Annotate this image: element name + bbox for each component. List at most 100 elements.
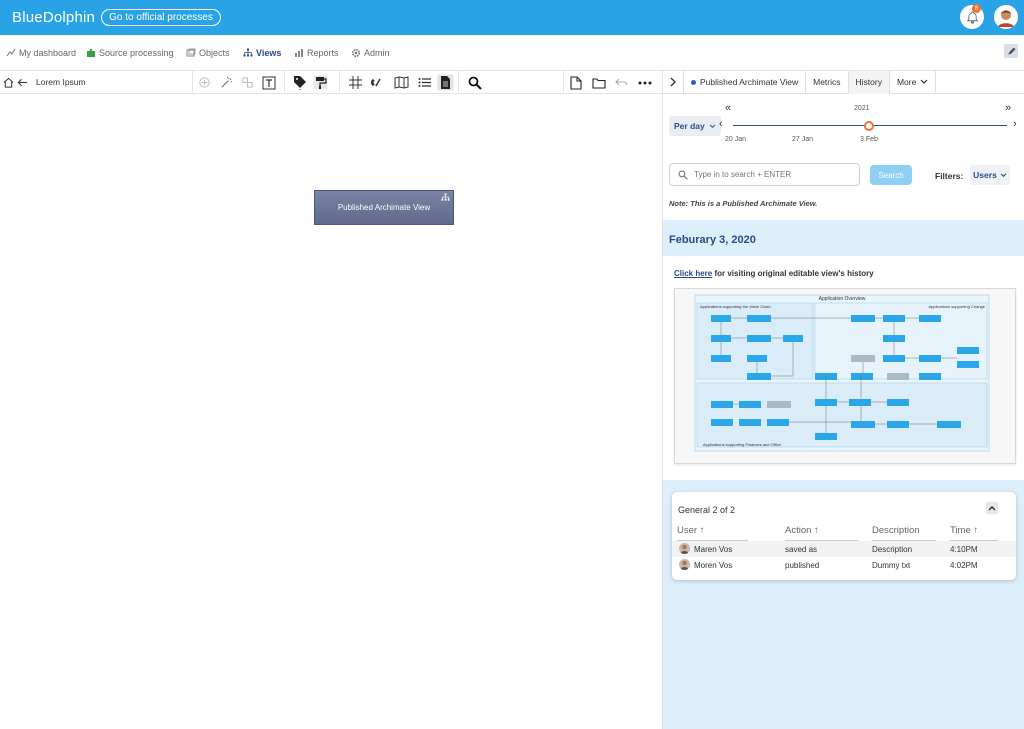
period-select[interactable]: Per day xyxy=(669,116,722,136)
hierarchy-icon xyxy=(243,48,253,57)
bar-chart-icon xyxy=(295,49,303,57)
published-note: Note: This is a Published Archimate View… xyxy=(669,199,818,208)
timeline-next-button[interactable]: › xyxy=(1013,118,1017,130)
new-file-icon xyxy=(570,75,582,90)
snap-button[interactable] xyxy=(370,74,383,91)
timeline-prev-year-button[interactable]: « xyxy=(725,102,731,114)
objects-icon xyxy=(186,48,196,57)
tag-button[interactable] xyxy=(293,74,307,91)
nav-objects[interactable]: Objects xyxy=(186,48,230,58)
nav-admin[interactable]: Admin xyxy=(351,48,390,58)
home-button[interactable] xyxy=(3,74,14,91)
nav-views[interactable]: Views xyxy=(243,48,281,58)
edit-mode-button[interactable] xyxy=(1004,44,1018,58)
nav-my-dashboard[interactable]: My dashboard xyxy=(6,48,76,58)
chevron-down-icon xyxy=(920,79,928,84)
hierarchy-icon xyxy=(441,193,450,201)
add-object-icon xyxy=(199,77,210,88)
magic-wand-button[interactable] xyxy=(220,74,233,91)
toolbar-divider xyxy=(563,71,564,94)
new-file-button[interactable] xyxy=(570,74,582,91)
collapse-card-button[interactable] xyxy=(986,502,998,514)
grid-icon xyxy=(349,76,362,89)
canvas-toolbar: Lorem Ipsum xyxy=(0,71,662,94)
side-panel: Published Archimate View Metrics History… xyxy=(662,70,1024,729)
diagram-title: Application Overview xyxy=(819,296,866,302)
chevron-down-icon xyxy=(709,124,716,129)
collapse-panel-button[interactable] xyxy=(663,70,684,94)
text-box-button[interactable] xyxy=(262,74,276,91)
column-header-action[interactable]: Action ↑ xyxy=(785,525,858,541)
document-icon xyxy=(437,74,454,91)
relation-icon xyxy=(242,77,253,88)
undo-icon xyxy=(615,78,628,86)
cell-action: published xyxy=(785,561,820,570)
column-label: Action xyxy=(785,525,812,536)
nav-reports[interactable]: Reports xyxy=(294,48,339,58)
table-row[interactable]: Maren Vos saved as Description 4:10PM xyxy=(672,541,1016,557)
toolbar-divider xyxy=(284,71,285,94)
main-nav: My dashboard Source processing Objects V… xyxy=(0,35,1024,71)
map-button[interactable] xyxy=(394,74,409,91)
tab-published-view[interactable]: Published Archimate View xyxy=(684,70,807,94)
timeline-date: 27 Jan xyxy=(792,136,814,143)
nav-source-processing[interactable]: Source processing xyxy=(86,48,174,58)
published-view-element[interactable]: Published Archimate View xyxy=(314,190,454,225)
users-filter-select[interactable]: Users xyxy=(970,165,1010,185)
more-options-button[interactable] xyxy=(638,74,652,91)
tab-history[interactable]: History xyxy=(848,70,890,94)
more-dots-icon xyxy=(638,81,652,84)
timeline-date: 20 Jan xyxy=(725,136,747,143)
search-button[interactable]: Search xyxy=(870,165,912,185)
history-search-input[interactable] xyxy=(694,170,854,179)
column-header-description[interactable]: Description xyxy=(872,525,936,541)
official-processes-button[interactable]: Go to official processes xyxy=(101,9,221,26)
list-button[interactable] xyxy=(418,74,431,91)
timeline-next-year-button[interactable]: » xyxy=(1005,102,1011,114)
timeline-prev-button[interactable]: ‹ xyxy=(719,118,723,130)
nav-label: Views xyxy=(256,48,282,58)
list-icon xyxy=(418,78,431,87)
notifications-button[interactable]: 8 xyxy=(960,4,984,29)
magnet-icon xyxy=(370,78,381,87)
paint-roller-icon xyxy=(313,75,328,90)
timeline-year: 2021 xyxy=(854,105,870,112)
grid-button[interactable] xyxy=(349,74,362,91)
pencil-icon xyxy=(1007,46,1016,55)
search-canvas-button[interactable] xyxy=(468,74,482,91)
undo-button[interactable] xyxy=(615,74,628,91)
diagram-group-label: Applications supporting the Value Chain xyxy=(700,304,771,309)
column-header-user[interactable]: User ↑ xyxy=(677,525,748,541)
view-breadcrumb: Lorem Ipsum xyxy=(36,77,86,87)
format-painter-button[interactable] xyxy=(313,74,328,91)
view-thumbnail[interactable]: Application Overview Applications suppor… xyxy=(674,288,1016,464)
toolbar-divider xyxy=(192,71,193,94)
click-here-link[interactable]: Click here xyxy=(674,269,712,278)
document-panel-button[interactable] xyxy=(437,74,454,91)
column-label: User xyxy=(677,525,698,536)
relation-button[interactable] xyxy=(241,74,254,91)
user-avatar[interactable] xyxy=(994,5,1018,29)
tab-label: History xyxy=(855,77,882,87)
tab-more[interactable]: More xyxy=(890,70,937,94)
cell-description: Description xyxy=(872,545,913,554)
cell-description: Dummy txt xyxy=(872,561,911,570)
brand-logo[interactable]: BlueDolphin xyxy=(12,9,95,26)
filter-value: Users xyxy=(973,170,997,180)
open-folder-button[interactable] xyxy=(592,74,606,91)
magic-wand-icon xyxy=(221,76,233,88)
tab-metrics[interactable]: Metrics xyxy=(806,70,849,94)
add-object-button[interactable] xyxy=(198,74,211,91)
nav-label: Objects xyxy=(199,48,230,58)
timeline-marker[interactable] xyxy=(864,121,874,131)
back-button[interactable] xyxy=(17,74,28,91)
nav-label: Reports xyxy=(307,48,339,58)
history-list: Feburary 3, 2020 Click here for visiting… xyxy=(663,220,1024,729)
table-row[interactable]: Moren Vos published Dummy txt 4:02PM xyxy=(672,557,1016,573)
arrow-left-icon xyxy=(17,78,28,87)
sort-arrow-icon: ↑ xyxy=(814,525,819,536)
general-title: General 2 of 2 xyxy=(678,505,736,515)
notification-badge: 8 xyxy=(972,4,981,13)
column-header-time[interactable]: Time ↑ xyxy=(950,525,998,541)
view-canvas[interactable]: Published Archimate View xyxy=(0,94,662,729)
